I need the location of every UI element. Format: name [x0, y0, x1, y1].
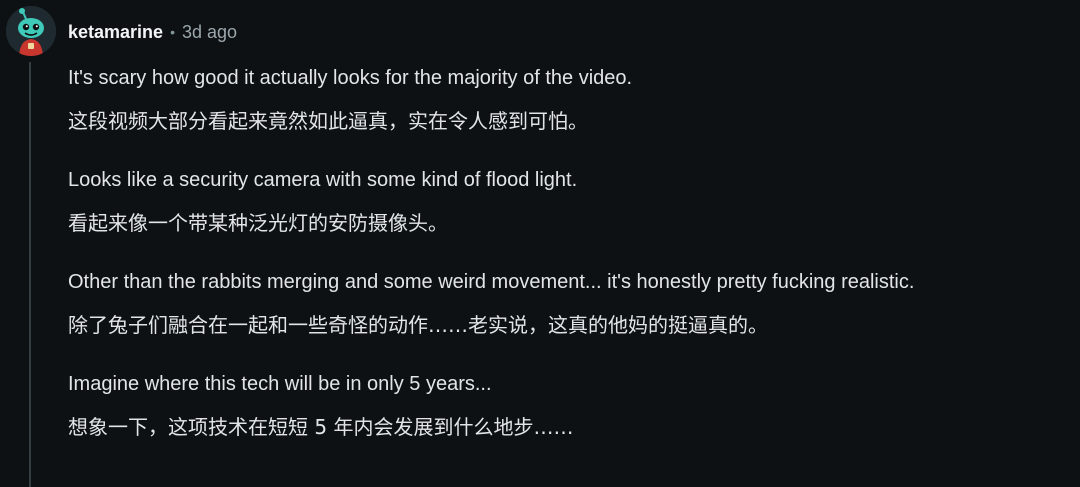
paragraph-english: Imagine where this tech will be in only … [68, 373, 492, 395]
paragraph: It's scary how good it actually looks fo… [68, 66, 1068, 133]
paragraph: Imagine where this tech will be in only … [68, 372, 1068, 439]
paragraph-chinese: 想象一下，这项技术在短短 5 年内会发展到什么地步…… [68, 415, 574, 439]
paragraph-chinese: 看起来像一个带某种泛光灯的安防摄像头。 [68, 211, 448, 235]
paragraph: Looks like a security camera with some k… [68, 168, 1068, 235]
comment: ketamarine • 3d ago It's scary how good … [0, 0, 1080, 487]
comment-meta: ketamarine • 3d ago [68, 20, 237, 44]
paragraph-chinese: 这段视频大部分看起来竟然如此逼真，实在令人感到可怕。 [68, 109, 588, 133]
thread-line[interactable] [29, 62, 31, 487]
paragraph: Other than the rabbits merging and some … [68, 270, 1068, 337]
snoo-avatar-icon [6, 6, 56, 56]
timestamp[interactable]: 3d ago [182, 22, 237, 43]
author-name[interactable]: ketamarine [68, 22, 163, 43]
paragraph-chinese: 除了兔子们融合在一起和一些奇怪的动作……老实说，这真的他妈的挺逼真的。 [68, 313, 768, 337]
paragraph-english: It's scary how good it actually looks fo… [68, 67, 633, 89]
paragraph-english: Looks like a security camera with some k… [68, 169, 578, 191]
paragraph-english: Other than the rabbits merging and some … [68, 271, 915, 293]
avatar[interactable] [6, 6, 56, 56]
comment-body: It's scary how good it actually looks fo… [68, 66, 1068, 474]
meta-separator: • [170, 24, 175, 40]
